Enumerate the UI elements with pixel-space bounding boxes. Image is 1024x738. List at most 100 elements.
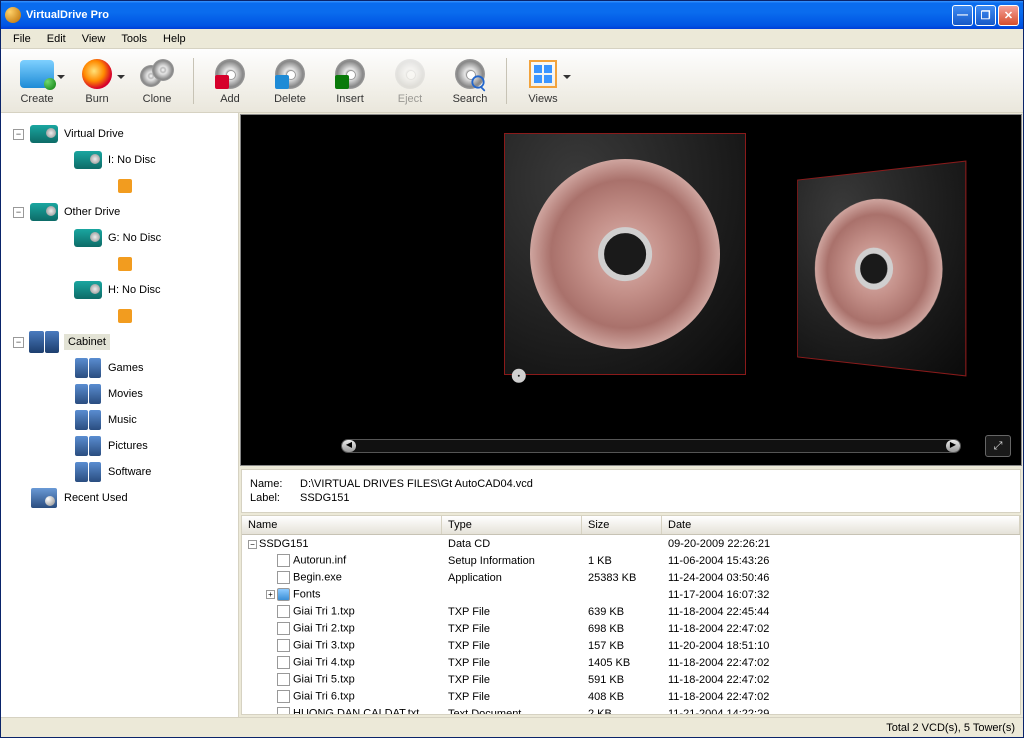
tree-label: Movies — [108, 388, 143, 400]
expand-icon[interactable]: − — [248, 540, 257, 549]
toolbar-label: Add — [220, 93, 240, 105]
menu-tools[interactable]: Tools — [113, 31, 155, 47]
insert-icon — [333, 57, 367, 91]
tree-node[interactable]: Movies — [3, 381, 236, 407]
file-list-body[interactable]: −SSDG151Data CD09-20-2009 22:26:21Autoru… — [242, 535, 1020, 714]
drive-icon — [72, 226, 104, 250]
file-date: 11-18-2004 22:47:02 — [662, 673, 1020, 687]
file-icon — [277, 639, 290, 652]
add-button[interactable]: Add — [200, 52, 260, 110]
expand-icon[interactable]: + — [266, 590, 275, 599]
eject-icon — [393, 57, 427, 91]
dropdown-arrow-icon[interactable] — [563, 75, 571, 79]
file-row[interactable]: Begin.exeApplication25383 KB11-24-2004 0… — [242, 569, 1020, 586]
toolbar-label: Delete — [274, 93, 306, 105]
file-row[interactable]: HUONG DAN CAI DAT.txtText Document2 KB11… — [242, 705, 1020, 714]
expand-icon[interactable]: − — [13, 207, 24, 218]
maximize-button[interactable]: ❐ — [975, 5, 996, 26]
tree-node[interactable]: G: No Disc — [3, 225, 236, 251]
tree-node[interactable]: Pictures — [3, 433, 236, 459]
dropdown-arrow-icon[interactable] — [57, 75, 65, 79]
menu-edit[interactable]: Edit — [39, 31, 74, 47]
file-date: 11-21-2004 14:22:29 — [662, 707, 1020, 715]
close-button[interactable]: ✕ — [998, 5, 1019, 26]
menu-file[interactable]: File — [5, 31, 39, 47]
tree-label: Pictures — [108, 440, 148, 452]
cat-icon — [72, 434, 104, 458]
menu-help[interactable]: Help — [155, 31, 194, 47]
file-type: TXP File — [442, 656, 582, 670]
file-size: 25383 KB — [582, 571, 662, 585]
preview-pane[interactable]: ◀ ▶ ⤢ — [240, 114, 1022, 466]
cat-icon — [72, 460, 104, 484]
drive-icon — [72, 278, 104, 302]
column-size[interactable]: Size — [582, 516, 662, 534]
scroll-left-button[interactable]: ◀ — [342, 440, 356, 452]
clone-button[interactable]: Clone — [127, 52, 187, 110]
expand-icon[interactable]: − — [13, 129, 24, 140]
burn-button[interactable]: Burn — [67, 52, 127, 110]
column-date[interactable]: Date — [662, 516, 1020, 534]
tree-node[interactable]: −Virtual Drive — [3, 121, 236, 147]
file-name: Giai Tri 6.txp — [293, 690, 355, 702]
file-date: 11-18-2004 22:45:44 — [662, 605, 1020, 619]
tree-node[interactable]: H: No Disc — [3, 277, 236, 303]
delete-button[interactable]: Delete — [260, 52, 320, 110]
expand-icon[interactable]: − — [13, 337, 24, 348]
views-button[interactable]: Views — [513, 52, 573, 110]
menu-view[interactable]: View — [74, 31, 114, 47]
file-date: 11-18-2004 22:47:02 — [662, 690, 1020, 704]
column-type[interactable]: Type — [442, 516, 582, 534]
file-list-header[interactable]: Name Type Size Date — [242, 516, 1020, 535]
file-row[interactable]: −SSDG151Data CD09-20-2009 22:26:21 — [242, 535, 1020, 552]
search-button[interactable]: Search — [440, 52, 500, 110]
file-name: Giai Tri 1.txp — [293, 605, 355, 617]
tree-label: Music — [108, 414, 137, 426]
file-date: 11-17-2004 16:07:32 — [662, 588, 1020, 602]
dropdown-arrow-icon[interactable] — [117, 75, 125, 79]
tree-node[interactable]: I: No Disc — [3, 147, 236, 173]
views-icon — [526, 57, 560, 91]
tree-node[interactable]: Games — [3, 355, 236, 381]
file-row[interactable]: Giai Tri 4.txpTXP File1405 KB11-18-2004 … — [242, 654, 1020, 671]
scroll-right-button[interactable]: ▶ — [946, 440, 960, 452]
file-icon — [277, 571, 290, 584]
file-row[interactable]: Giai Tri 5.txpTXP File591 KB11-18-2004 2… — [242, 671, 1020, 688]
preview-scrollbar[interactable]: ◀ ▶ — [341, 439, 961, 453]
info-label-value: SSDG151 — [300, 492, 350, 504]
toolbar-separator — [506, 58, 507, 104]
file-name: HUONG DAN CAI DAT.txt — [293, 707, 419, 714]
tree-node[interactable]: Music — [3, 407, 236, 433]
tree-node[interactable]: Recent Used — [3, 485, 236, 511]
toolbar-separator — [193, 58, 194, 104]
tree-panel[interactable]: −Virtual DriveI: No Disc −Other DriveG: N… — [1, 113, 239, 717]
file-row[interactable]: Giai Tri 2.txpTXP File698 KB11-18-2004 2… — [242, 620, 1020, 637]
toolbar-label: Burn — [85, 93, 108, 105]
file-row[interactable]: Giai Tri 3.txpTXP File157 KB11-20-2004 1… — [242, 637, 1020, 654]
disc-cover-next[interactable] — [797, 160, 966, 376]
file-row[interactable]: +Fonts11-17-2004 16:07:32 — [242, 586, 1020, 603]
file-size: 2 KB — [582, 707, 662, 715]
toolbar-label: Insert — [336, 93, 364, 105]
delete-icon — [273, 57, 307, 91]
drive-icon — [28, 122, 60, 146]
insert-button[interactable]: Insert — [320, 52, 380, 110]
app-icon — [5, 7, 21, 23]
fullscreen-button[interactable]: ⤢ — [985, 435, 1011, 457]
minimize-button[interactable]: — — [952, 5, 973, 26]
cabinet-icon — [28, 330, 60, 354]
disc-cover-main[interactable] — [504, 133, 746, 375]
tree-node[interactable]: Software — [3, 459, 236, 485]
titlebar[interactable]: VirtualDrive Pro — ❐ ✕ — [1, 1, 1023, 29]
tree-node[interactable]: −Cabinet — [3, 329, 236, 355]
file-size: 1405 KB — [582, 656, 662, 670]
tree-node[interactable]: −Other Drive — [3, 199, 236, 225]
file-row[interactable]: Autorun.infSetup Information1 KB11-06-20… — [242, 552, 1020, 569]
app-title: VirtualDrive Pro — [26, 9, 109, 21]
file-row[interactable]: Giai Tri 6.txpTXP File408 KB11-18-2004 2… — [242, 688, 1020, 705]
create-button[interactable]: Create — [7, 52, 67, 110]
column-name[interactable]: Name — [242, 516, 442, 534]
disc-icon — [530, 159, 720, 349]
drive-icon — [28, 200, 60, 224]
file-row[interactable]: Giai Tri 1.txpTXP File639 KB11-18-2004 2… — [242, 603, 1020, 620]
